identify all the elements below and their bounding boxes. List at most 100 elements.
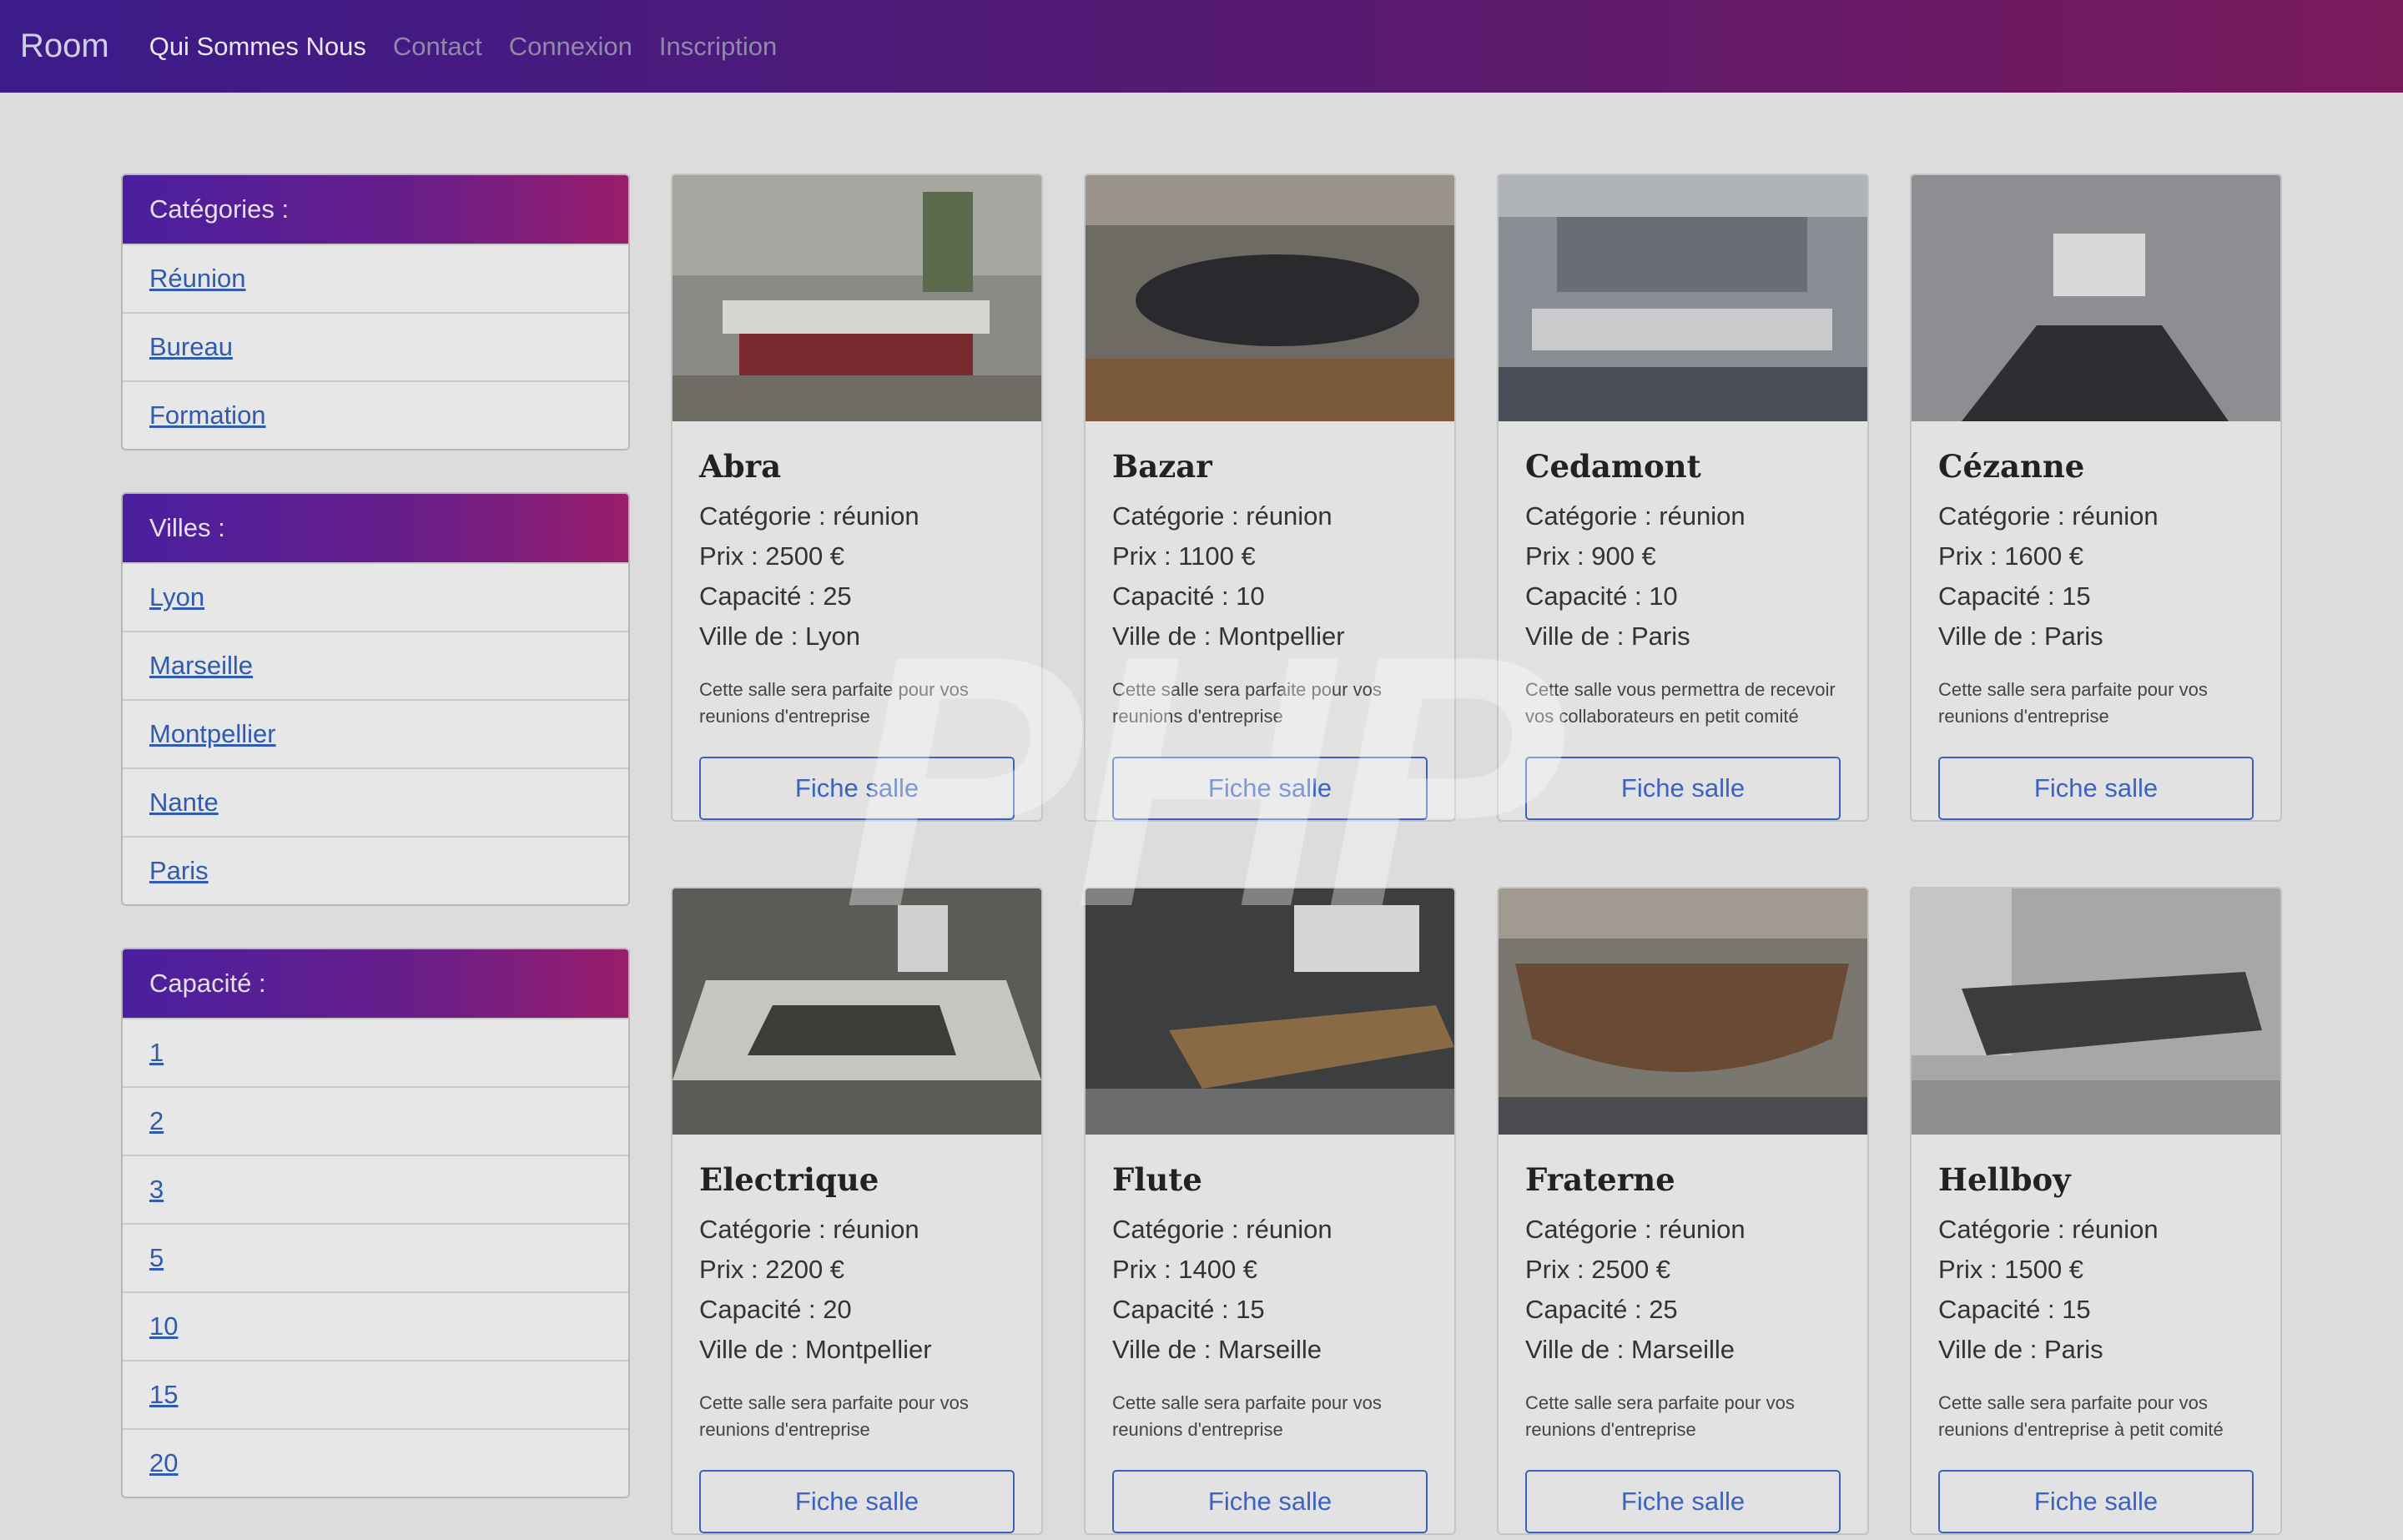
room-price: Prix : 900 € bbox=[1525, 541, 1656, 571]
room-photo bbox=[1086, 888, 1454, 1135]
nav-link-contact[interactable]: Contact bbox=[393, 32, 482, 62]
room-category: Catégorie : réunion bbox=[1112, 501, 1332, 531]
capacite-panel-title: Capacité : bbox=[123, 949, 628, 1018]
capacite-link-10[interactable]: 10 bbox=[149, 1311, 178, 1341]
room-card: Bazar Catégorie : réunion Prix : 1100 € … bbox=[1084, 174, 1456, 822]
room-photo bbox=[673, 888, 1041, 1135]
room-description: Cette salle sera parfaite pour vos reuni… bbox=[1938, 1392, 2224, 1440]
room-capacity: Capacité : 15 bbox=[1938, 581, 2091, 611]
capacite-item: 2 bbox=[123, 1086, 628, 1155]
room-price: Prix : 2500 € bbox=[1525, 1255, 1671, 1284]
nav-link-qui-sommes-nous[interactable]: Qui Sommes Nous bbox=[149, 32, 366, 62]
room-photo bbox=[1912, 888, 2280, 1135]
category-item: Formation bbox=[123, 380, 628, 449]
fiche-salle-button[interactable]: Fiche salle bbox=[1938, 1470, 2254, 1533]
ville-link-lyon[interactable]: Lyon bbox=[149, 582, 204, 612]
room-city: Ville de : Marseille bbox=[1112, 1335, 1322, 1364]
room-capacity: Capacité : 10 bbox=[1525, 581, 1678, 611]
fiche-salle-button[interactable]: Fiche salle bbox=[699, 757, 1015, 820]
room-capacity: Capacité : 15 bbox=[1938, 1295, 2091, 1324]
room-photo bbox=[1912, 175, 2280, 421]
room-capacity: Capacité : 25 bbox=[699, 581, 852, 611]
room-description: Cette salle sera parfaite pour vos reuni… bbox=[1112, 1392, 1382, 1440]
nav-link-connexion[interactable]: Connexion bbox=[509, 32, 632, 62]
room-card: Abra Catégorie : réunion Prix : 2500 € C… bbox=[671, 174, 1043, 822]
capacite-item: 20 bbox=[123, 1428, 628, 1497]
fiche-salle-button[interactable]: Fiche salle bbox=[1112, 1470, 1428, 1533]
category-item: Bureau bbox=[123, 312, 628, 380]
room-photo bbox=[1499, 175, 1867, 421]
room-price: Prix : 1100 € bbox=[1112, 541, 1256, 571]
room-description: Cette salle sera parfaite pour vos reuni… bbox=[1112, 679, 1382, 727]
room-price: Prix : 2500 € bbox=[699, 541, 845, 571]
room-category: Catégorie : réunion bbox=[1112, 1215, 1332, 1244]
fiche-salle-button[interactable]: Fiche salle bbox=[699, 1470, 1015, 1533]
capacite-item: 10 bbox=[123, 1291, 628, 1360]
room-card: Flute Catégorie : réunion Prix : 1400 € … bbox=[1084, 887, 1456, 1535]
category-link-formation[interactable]: Formation bbox=[149, 400, 266, 430]
capacite-link-3[interactable]: 3 bbox=[149, 1175, 164, 1205]
capacite-link-20[interactable]: 20 bbox=[149, 1448, 178, 1478]
room-price: Prix : 1400 € bbox=[1112, 1255, 1258, 1284]
room-card: Cézanne Catégorie : réunion Prix : 1600 … bbox=[1910, 174, 2282, 822]
capacite-link-1[interactable]: 1 bbox=[149, 1038, 164, 1068]
room-description: Cette salle vous permettra de recevoir v… bbox=[1525, 679, 1836, 727]
top-navbar: Room Qui Sommes Nous Contact Connexion I… bbox=[0, 0, 2403, 93]
room-capacity: Capacité : 10 bbox=[1112, 581, 1265, 611]
room-city: Ville de : Lyon bbox=[699, 622, 861, 651]
room-capacity: Capacité : 25 bbox=[1525, 1295, 1678, 1324]
capacite-item: 5 bbox=[123, 1223, 628, 1291]
ville-link-montpellier[interactable]: Montpellier bbox=[149, 719, 276, 749]
capacite-item: 15 bbox=[123, 1360, 628, 1428]
room-name: Abra bbox=[699, 448, 782, 485]
categories-panel: Catégories : Réunion Bureau Formation bbox=[121, 174, 630, 450]
ville-link-marseille[interactable]: Marseille bbox=[149, 651, 253, 681]
room-name: Bazar bbox=[1112, 448, 1212, 485]
room-price: Prix : 2200 € bbox=[699, 1255, 845, 1284]
room-description: Cette salle sera parfaite pour vos reuni… bbox=[1938, 679, 2208, 727]
room-price: Prix : 1500 € bbox=[1938, 1255, 2084, 1284]
capacite-link-2[interactable]: 2 bbox=[149, 1106, 164, 1136]
categories-panel-title: Catégories : bbox=[123, 175, 628, 244]
room-city: Ville de : Montpellier bbox=[1112, 622, 1345, 651]
room-card: Electrique Catégorie : réunion Prix : 22… bbox=[671, 887, 1043, 1535]
room-category: Catégorie : réunion bbox=[1525, 501, 1746, 531]
ville-link-nante[interactable]: Nante bbox=[149, 788, 219, 818]
room-description: Cette salle sera parfaite pour vos reuni… bbox=[1525, 1392, 1795, 1440]
fiche-salle-button[interactable]: Fiche salle bbox=[1938, 757, 2254, 820]
ville-link-paris[interactable]: Paris bbox=[149, 856, 209, 886]
capacite-link-5[interactable]: 5 bbox=[149, 1243, 164, 1273]
brand-logo[interactable]: Room bbox=[20, 28, 109, 65]
room-description: Cette salle sera parfaite pour vos reuni… bbox=[699, 1392, 969, 1440]
capacite-link-15[interactable]: 15 bbox=[149, 1380, 178, 1410]
room-city: Ville de : Marseille bbox=[1525, 1335, 1735, 1364]
room-card: Cedamont Catégorie : réunion Prix : 900 … bbox=[1497, 174, 1869, 822]
room-name: Cedamont bbox=[1525, 448, 1701, 485]
room-name: Fraterne bbox=[1525, 1161, 1675, 1198]
capacite-item: 1 bbox=[123, 1018, 628, 1086]
ville-item: Nante bbox=[123, 767, 628, 836]
room-capacity: Capacité : 15 bbox=[1112, 1295, 1265, 1324]
room-city: Ville de : Paris bbox=[1525, 622, 1690, 651]
fiche-salle-button[interactable]: Fiche salle bbox=[1525, 757, 1841, 820]
fiche-salle-button[interactable]: Fiche salle bbox=[1112, 757, 1428, 820]
room-category: Catégorie : réunion bbox=[699, 1215, 919, 1244]
room-photo bbox=[1499, 888, 1867, 1135]
room-category: Catégorie : réunion bbox=[1938, 501, 2159, 531]
category-item: Réunion bbox=[123, 244, 628, 312]
villes-panel: Villes : Lyon Marseille Montpellier Nant… bbox=[121, 492, 630, 906]
category-link-bureau[interactable]: Bureau bbox=[149, 332, 233, 362]
room-name: Cézanne bbox=[1938, 448, 2085, 485]
ville-item: Marseille bbox=[123, 631, 628, 699]
room-name: Flute bbox=[1112, 1161, 1202, 1198]
fiche-salle-button[interactable]: Fiche salle bbox=[1525, 1470, 1841, 1533]
capacite-panel: Capacité : 1 2 3 5 10 15 20 bbox=[121, 948, 630, 1498]
nav-link-inscription[interactable]: Inscription bbox=[659, 32, 777, 62]
sidebar: Catégories : Réunion Bureau Formation Vi… bbox=[121, 174, 630, 1540]
category-link-reunion[interactable]: Réunion bbox=[149, 264, 245, 294]
room-price: Prix : 1600 € bbox=[1938, 541, 2084, 571]
ville-item: Montpellier bbox=[123, 699, 628, 767]
room-capacity: Capacité : 20 bbox=[699, 1295, 852, 1324]
room-city: Ville de : Paris bbox=[1938, 1335, 2103, 1364]
room-name: Electrique bbox=[699, 1161, 879, 1198]
